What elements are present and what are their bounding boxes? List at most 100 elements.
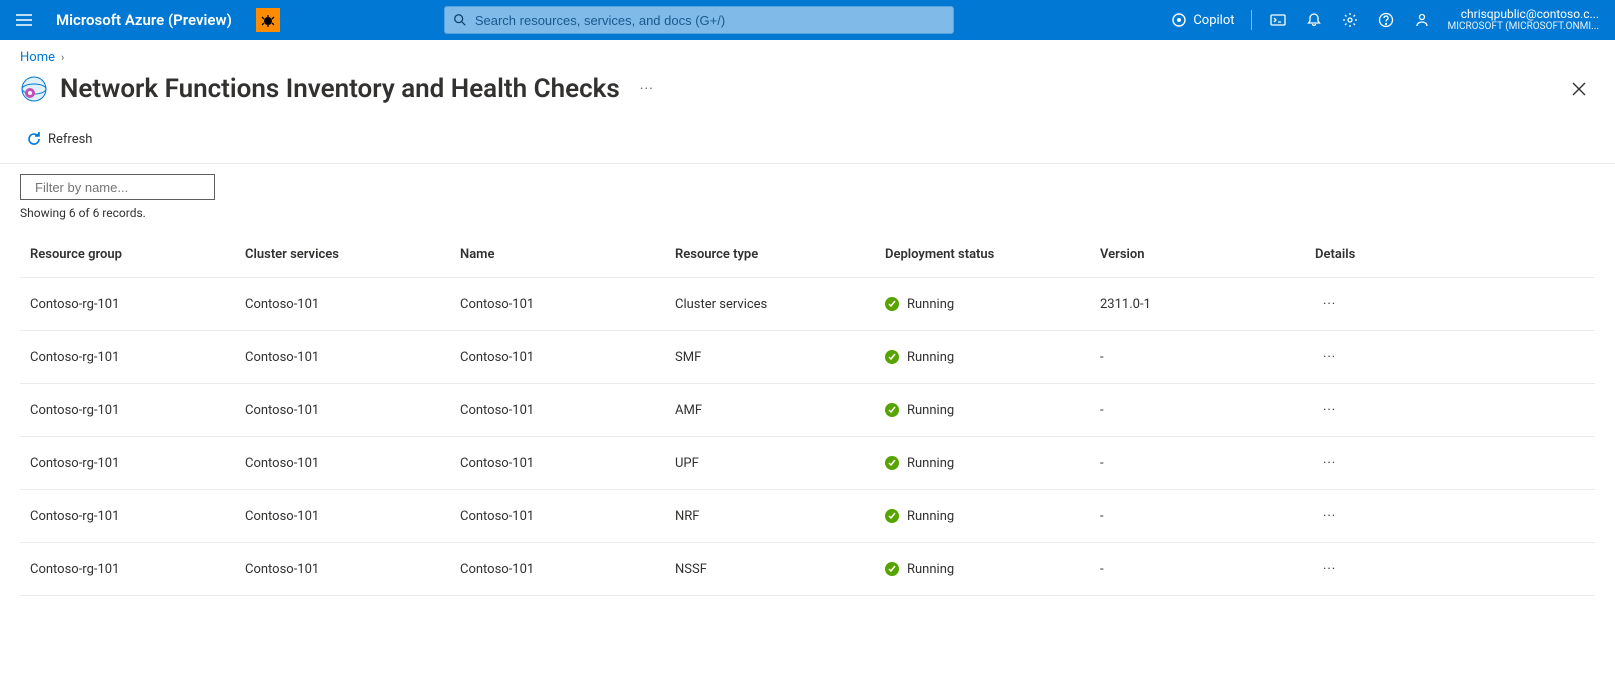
cell-deployment-status: Running [885, 297, 1100, 312]
account-email: chrisqpublic@contoso.c... [1448, 8, 1599, 21]
settings-button[interactable] [1340, 10, 1360, 30]
row-actions-button[interactable]: ··· [1315, 297, 1336, 312]
row-actions-button[interactable]: ··· [1315, 509, 1336, 524]
cell-cluster-services: Contoso-101 [245, 562, 460, 577]
status-success-icon [885, 456, 899, 470]
col-version[interactable]: Version [1100, 247, 1315, 262]
chevron-right-icon: › [61, 51, 64, 64]
resource-icon [20, 75, 48, 103]
table-row[interactable]: Contoso-rg-101Contoso-101Contoso-101AMFR… [20, 384, 1595, 437]
search-icon [453, 13, 467, 27]
status-text: Running [907, 509, 954, 524]
cell-deployment-status: Running [885, 403, 1100, 418]
feedback-button[interactable] [1412, 10, 1432, 30]
cell-resource-group: Contoso-rg-101 [30, 456, 245, 471]
filter-input[interactable] [35, 180, 211, 195]
row-actions-button[interactable]: ··· [1315, 562, 1336, 577]
cell-resource-group: Contoso-rg-101 [30, 350, 245, 365]
search-wrap [444, 6, 954, 34]
cell-name: Contoso-101 [460, 562, 675, 577]
menu-toggle[interactable] [8, 0, 40, 40]
brand-label[interactable]: Microsoft Azure (Preview) [56, 11, 232, 29]
filter-row [0, 164, 1615, 202]
top-bar: Microsoft Azure (Preview) Copilot [0, 0, 1615, 40]
cell-resource-type: SMF [675, 350, 885, 365]
account-tenant: MICROSOFT (MICROSOFT.ONMI... [1448, 21, 1599, 32]
cell-details: ··· [1315, 562, 1585, 577]
status-success-icon [885, 403, 899, 417]
col-cluster-services[interactable]: Cluster services [245, 247, 460, 262]
copilot-label: Copilot [1193, 13, 1234, 28]
grid-body: Contoso-rg-101Contoso-101Contoso-101Clus… [20, 278, 1595, 596]
command-bar: Refresh [0, 117, 1615, 164]
cell-cluster-services: Contoso-101 [245, 350, 460, 365]
cell-deployment-status: Running [885, 456, 1100, 471]
gear-icon [1342, 12, 1358, 28]
cell-cluster-services: Contoso-101 [245, 403, 460, 418]
cell-resource-type: UPF [675, 456, 885, 471]
cell-name: Contoso-101 [460, 403, 675, 418]
cell-deployment-status: Running [885, 562, 1100, 577]
help-button[interactable] [1376, 10, 1396, 30]
notifications-button[interactable] [1304, 10, 1324, 30]
table-row[interactable]: Contoso-rg-101Contoso-101Contoso-101SMFR… [20, 331, 1595, 384]
divider [1251, 10, 1252, 30]
cell-version: - [1100, 456, 1315, 471]
table-row[interactable]: Contoso-rg-101Contoso-101Contoso-101UPFR… [20, 437, 1595, 490]
table-row[interactable]: Contoso-rg-101Contoso-101Contoso-101NSSF… [20, 543, 1595, 596]
breadcrumb-home[interactable]: Home [20, 50, 55, 65]
col-name[interactable]: Name [460, 247, 675, 262]
cell-name: Contoso-101 [460, 297, 675, 312]
cell-resource-group: Contoso-rg-101 [30, 509, 245, 524]
cell-name: Contoso-101 [460, 350, 675, 365]
table-row[interactable]: Contoso-rg-101Contoso-101Contoso-101Clus… [20, 278, 1595, 331]
bell-icon [1306, 12, 1322, 28]
filter-box[interactable] [20, 174, 215, 200]
cell-details: ··· [1315, 403, 1585, 418]
preview-badge[interactable] [256, 8, 280, 32]
hamburger-icon [15, 11, 33, 29]
network-functions-icon [20, 75, 48, 103]
cell-resource-group: Contoso-rg-101 [30, 403, 245, 418]
status-text: Running [907, 562, 954, 577]
account-menu[interactable]: chrisqpublic@contoso.c... MICROSOFT (MIC… [1448, 8, 1607, 32]
global-search[interactable] [444, 6, 954, 34]
cell-details: ··· [1315, 456, 1585, 471]
col-resource-group[interactable]: Resource group [30, 247, 245, 262]
row-actions-button[interactable]: ··· [1315, 403, 1336, 418]
refresh-button[interactable]: Refresh [20, 127, 98, 151]
page-title-more[interactable]: ··· [640, 81, 654, 97]
cloud-shell-button[interactable] [1268, 10, 1288, 30]
row-actions-button[interactable]: ··· [1315, 350, 1336, 365]
search-input[interactable] [475, 13, 945, 28]
table-row[interactable]: Contoso-rg-101Contoso-101Contoso-101NRFR… [20, 490, 1595, 543]
grid-header: Resource group Cluster services Name Res… [20, 232, 1595, 278]
col-details[interactable]: Details [1315, 247, 1585, 262]
cell-resource-type: AMF [675, 403, 885, 418]
breadcrumb: Home › [0, 40, 1615, 69]
col-deployment-status[interactable]: Deployment status [885, 247, 1100, 262]
results-grid: Resource group Cluster services Name Res… [0, 220, 1615, 596]
cell-cluster-services: Contoso-101 [245, 297, 460, 312]
status-text: Running [907, 403, 954, 418]
cell-resource-group: Contoso-rg-101 [30, 297, 245, 312]
cell-name: Contoso-101 [460, 456, 675, 471]
copilot-button[interactable]: Copilot [1171, 12, 1234, 28]
col-resource-type[interactable]: Resource type [675, 247, 885, 262]
refresh-label: Refresh [48, 132, 92, 147]
records-count: Showing 6 of 6 records. [0, 202, 1615, 220]
row-actions-button[interactable]: ··· [1315, 456, 1336, 471]
cell-resource-group: Contoso-rg-101 [30, 562, 245, 577]
status-success-icon [885, 350, 899, 364]
cell-details: ··· [1315, 509, 1585, 524]
close-icon [1572, 82, 1586, 96]
cell-cluster-services: Contoso-101 [245, 456, 460, 471]
close-blade-button[interactable] [1563, 73, 1595, 105]
cell-details: ··· [1315, 297, 1585, 312]
help-icon [1378, 12, 1394, 28]
cell-version: - [1100, 562, 1315, 577]
refresh-icon [26, 131, 42, 147]
cell-version: - [1100, 509, 1315, 524]
cell-name: Contoso-101 [460, 509, 675, 524]
status-success-icon [885, 562, 899, 576]
